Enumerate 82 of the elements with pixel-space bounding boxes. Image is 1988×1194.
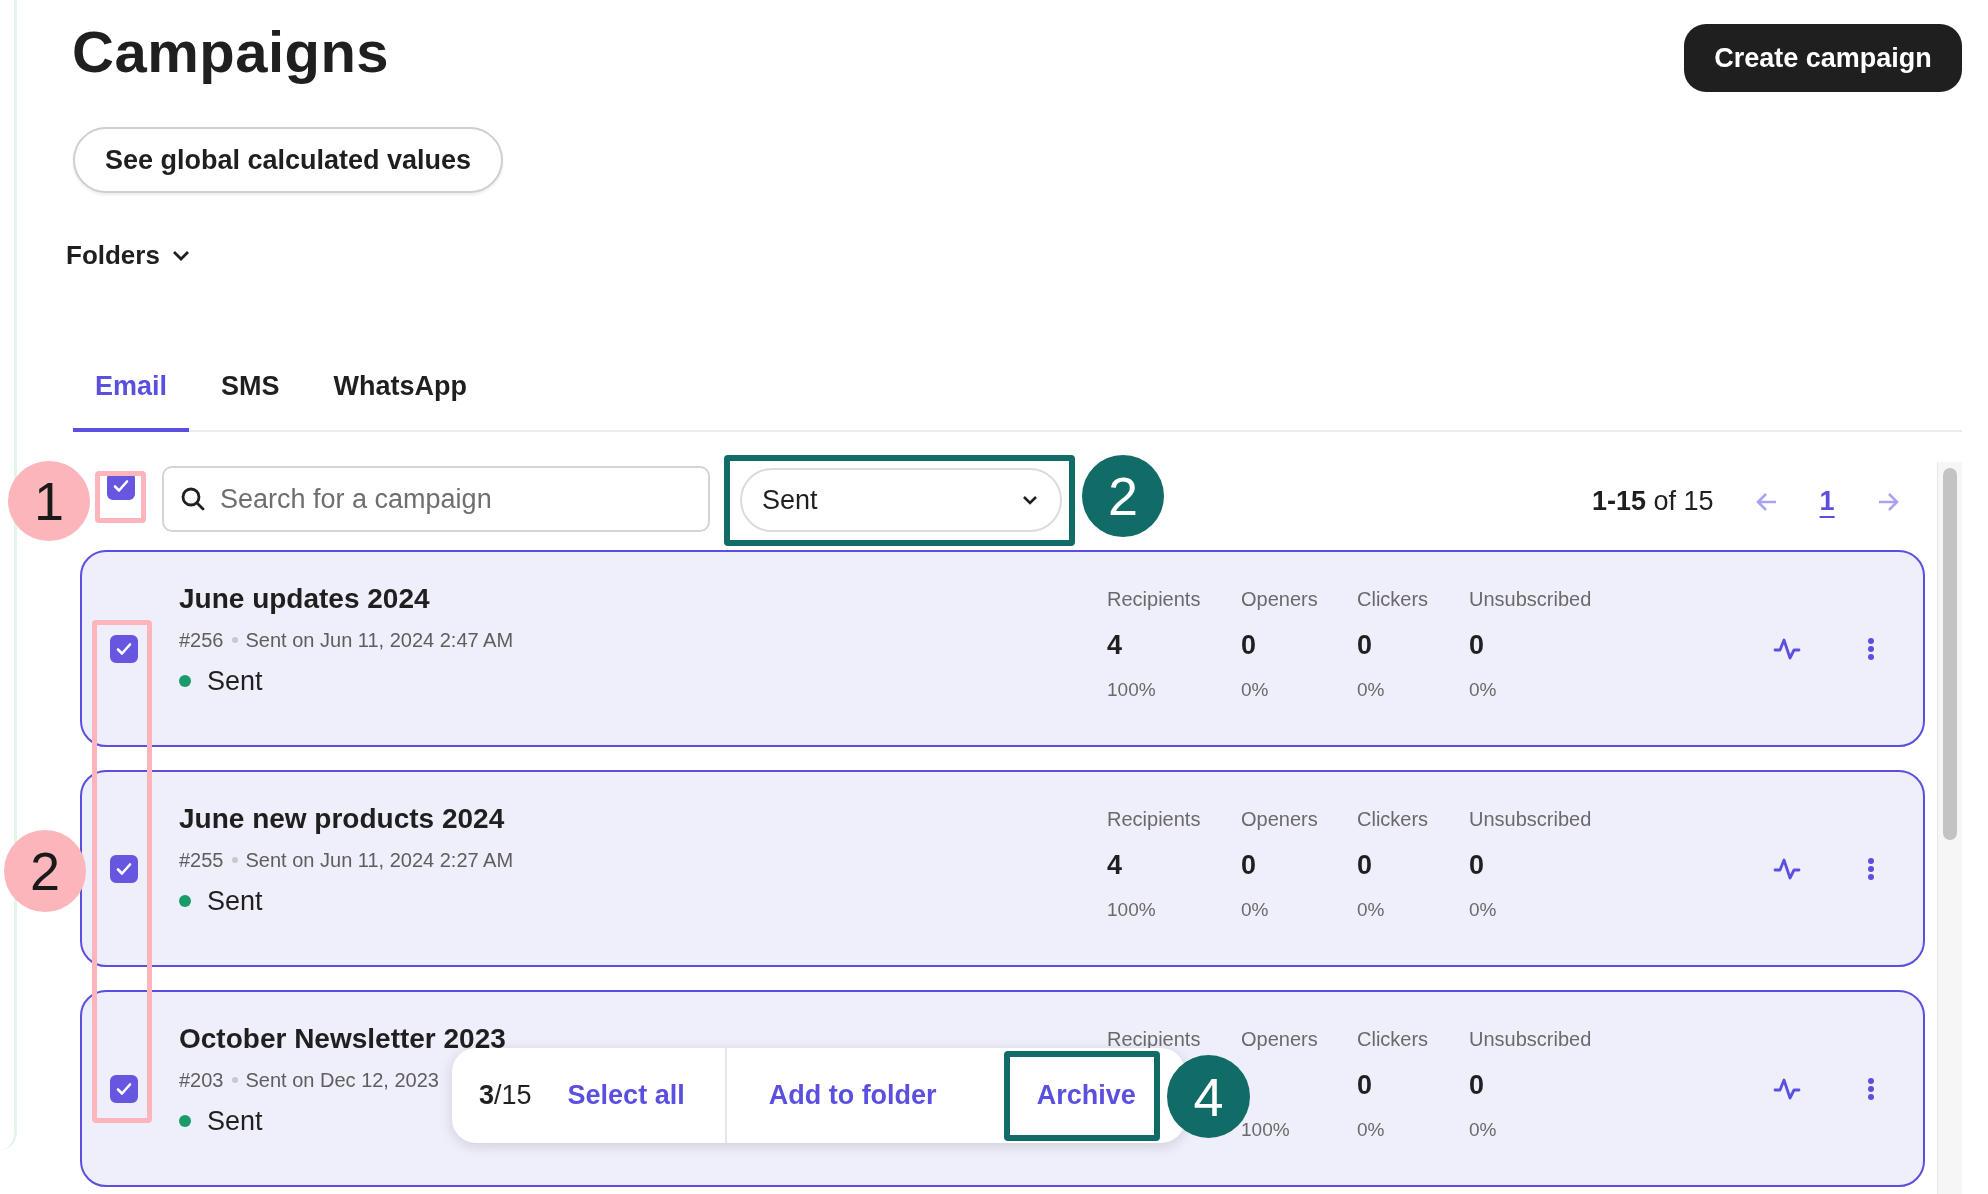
- activity-icon[interactable]: [1773, 1076, 1801, 1101]
- bulk-action-link[interactable]: Archive: [1036, 1080, 1136, 1111]
- stat-percent: 0%: [1357, 1119, 1386, 1141]
- status-filter-dropdown[interactable]: Sent: [740, 468, 1062, 532]
- checkbox[interactable]: [110, 854, 138, 883]
- page-link[interactable]: 1: [1819, 486, 1835, 517]
- checkbox[interactable]: [110, 634, 138, 663]
- stat-label: Unsubscribed: [1469, 588, 1593, 611]
- stat-value: 0: [1469, 1070, 1486, 1100]
- stat-percent: 0%: [1241, 679, 1270, 701]
- annotation-number: 1: [8, 461, 90, 541]
- tab[interactable]: Email: [73, 371, 190, 432]
- create-campaign-button[interactable]: Create campaign: [1684, 24, 1962, 92]
- separator-dot: [231, 1077, 238, 1083]
- stat-label: Openers: [1241, 808, 1319, 831]
- sent-date: Sent on Dec 12, 2023: [245, 1068, 439, 1092]
- campaign-number: #256: [179, 628, 224, 652]
- sent-date: Sent on Jun 11, 2024 2:47 AM: [245, 628, 514, 652]
- more-options-icon[interactable]: [1867, 636, 1875, 661]
- status-label: Sent: [207, 885, 263, 917]
- separator-dot: [231, 637, 238, 643]
- stat-label: Recipients: [1107, 808, 1202, 831]
- stat-value: 4: [1107, 850, 1124, 880]
- annotation-number: 2: [1082, 455, 1164, 537]
- campaign-card[interactable]: June new products 2024 #255 Sent on Jun 11, 2024 2:27 AM Sent Recipients 4 100% Openers 0 0% Clickers 0 0% Unsubscribed 0 0%: [80, 770, 1925, 967]
- stat-value: 0: [1357, 850, 1374, 880]
- stat-percent: 100%: [1241, 1119, 1291, 1141]
- search-box[interactable]: Search for a campaign: [162, 466, 710, 532]
- search-field[interactable]: Search for a campaign: [218, 482, 708, 516]
- stat-label: Clickers: [1357, 1028, 1430, 1051]
- status-label: Sent: [207, 665, 263, 697]
- stat-percent: 0%: [1357, 679, 1386, 701]
- stat-label: Clickers: [1357, 808, 1430, 831]
- stat-label: Clickers: [1357, 588, 1430, 611]
- stat-value: 0: [1357, 1070, 1374, 1100]
- stat-percent: 100%: [1107, 679, 1157, 701]
- stat-value: 0: [1469, 630, 1486, 660]
- stat-label: Openers: [1241, 588, 1319, 611]
- folders-dropdown[interactable]: Folders: [66, 240, 190, 271]
- stat-percent: 100%: [1107, 899, 1157, 921]
- stat-value: 0: [1241, 850, 1258, 880]
- stat-label: Unsubscribed: [1469, 808, 1593, 831]
- sent-date: Sent on Jun 11, 2024 2:27 AM: [245, 848, 514, 872]
- tab[interactable]: WhatsApp: [311, 371, 490, 432]
- stat-percent: 0%: [1469, 679, 1498, 701]
- campaign-card[interactable]: June updates 2024 #256 Sent on Jun 11, 2024 2:47 AM Sent Recipients 4 100% Openers 0 0% Clickers 0 0% Unsubscribed 0 0%: [80, 550, 1925, 747]
- bulk-action-link[interactable]: Add to folder: [768, 1080, 937, 1111]
- chevron-down-icon: [171, 249, 190, 262]
- stat-percent: 0%: [1357, 899, 1386, 921]
- campaign-name: October Newsletter 2023: [179, 1022, 507, 1055]
- bulk-action-link[interactable]: Select all: [567, 1080, 685, 1111]
- more-options-icon[interactable]: [1867, 1076, 1875, 1101]
- campaign-name: June new products 2024: [179, 802, 506, 835]
- stat-value: 0: [1469, 850, 1486, 880]
- stat-percent: 0%: [1469, 899, 1498, 921]
- activity-icon[interactable]: [1773, 636, 1801, 661]
- page-title: Campaigns: [72, 18, 390, 85]
- stat-percent: 0%: [1469, 1119, 1498, 1141]
- stat-percent: 0%: [1241, 899, 1270, 921]
- campaign-number: #255: [179, 848, 224, 872]
- more-options-icon[interactable]: [1867, 856, 1875, 881]
- tab[interactable]: SMS: [199, 371, 302, 432]
- stat-value: 0: [1241, 630, 1258, 660]
- campaign-name: June updates 2024: [179, 582, 431, 615]
- separator-dot: [231, 857, 238, 863]
- stat-value: 4: [1107, 630, 1124, 660]
- pagination-range: 1-15 of 15: [1592, 486, 1714, 517]
- chevron-down-icon: [1022, 495, 1038, 505]
- status-label: Sent: [207, 1105, 263, 1137]
- checkbox[interactable]: [110, 1074, 138, 1103]
- stat-value: 0: [1357, 630, 1374, 660]
- stat-label: Openers: [1241, 1028, 1319, 1051]
- annotation-number: 2: [4, 830, 86, 912]
- activity-icon[interactable]: [1773, 856, 1801, 881]
- stat-label: Recipients: [1107, 588, 1202, 611]
- campaign-number: #203: [179, 1068, 224, 1092]
- stat-label: Unsubscribed: [1469, 1028, 1593, 1051]
- stat-label: Recipients: [1107, 1028, 1202, 1051]
- selection-count: 3/15: [479, 1080, 532, 1111]
- global-values-button[interactable]: See global calculated values: [73, 127, 503, 193]
- scrollbar-thumb[interactable]: [1943, 468, 1957, 840]
- search-icon: [180, 486, 206, 512]
